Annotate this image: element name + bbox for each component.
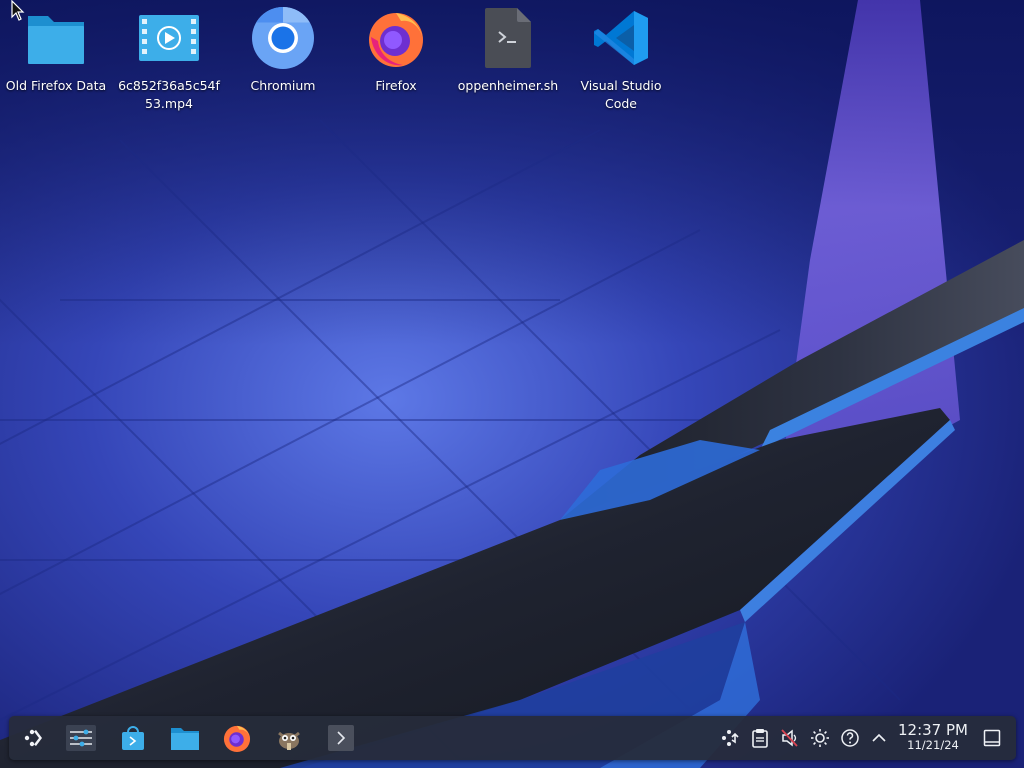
mouse-pointer-icon [11, 0, 25, 26]
clock-time: 12:37 PM [898, 721, 968, 739]
clock-date: 11/21/24 [907, 738, 959, 752]
chromium-icon [251, 6, 315, 70]
desktop-icon-label: Chromium [250, 78, 316, 93]
chevron-up-icon[interactable] [869, 728, 889, 748]
taskbar-panel: 12:37 PM 11/21/24 [9, 716, 1016, 760]
file-manager-icon [171, 728, 199, 750]
desktop-icon-chromium[interactable]: Chromium [228, 6, 338, 118]
file-manager-button[interactable] [168, 721, 202, 755]
discover-store-button[interactable] [116, 721, 150, 755]
help-icon[interactable] [840, 728, 860, 748]
show-desktop-icon[interactable] [982, 728, 1002, 748]
clipboard-icon[interactable] [750, 728, 770, 748]
vscode-icon [589, 6, 653, 70]
shell-script-icon [476, 6, 540, 70]
terminal-icon [328, 725, 354, 751]
application-launcher-icon [24, 729, 42, 747]
firefox-icon [364, 6, 428, 70]
desktop-icon-label: Old Firefox Data [5, 78, 107, 93]
firefox-button[interactable] [220, 721, 254, 755]
desktop-icon-oppenheimer-sh[interactable]: oppenheimer.sh [453, 6, 563, 118]
gimp-button[interactable] [272, 721, 306, 755]
discover-store-icon [122, 726, 144, 750]
system-settings-icon [66, 725, 96, 751]
desktop-icon-label: Visual Studio Code [580, 78, 662, 111]
terminal-button[interactable] [324, 721, 358, 755]
network-icon[interactable] [720, 728, 740, 748]
firefox-icon [223, 725, 251, 753]
application-launcher-button[interactable] [17, 721, 51, 755]
gimp-icon [278, 731, 300, 750]
desktop-icon-label: 6c852f36a5c54f 53.mp4 [118, 78, 220, 111]
system-settings-button[interactable] [64, 721, 98, 755]
digital-clock[interactable]: 12:37 PM 11/21/24 [896, 722, 970, 752]
brightness-icon[interactable] [810, 728, 830, 748]
folder-icon [24, 6, 88, 70]
volume-muted-icon[interactable] [780, 728, 800, 748]
desktop-icon-area: Old Firefox Data 6c852f36a5c54f 53.mp4 C… [0, 0, 1024, 130]
video-file-icon [137, 6, 201, 70]
desktop-icon-firefox[interactable]: Firefox [341, 6, 451, 118]
desktop-icon-label: Firefox [375, 78, 417, 93]
desktop-icon-label: oppenheimer.sh [457, 78, 559, 93]
desktop-icon-video-file[interactable]: 6c852f36a5c54f 53.mp4 [114, 6, 224, 118]
desktop-icon-visual-studio-code[interactable]: Visual Studio Code [566, 6, 676, 118]
